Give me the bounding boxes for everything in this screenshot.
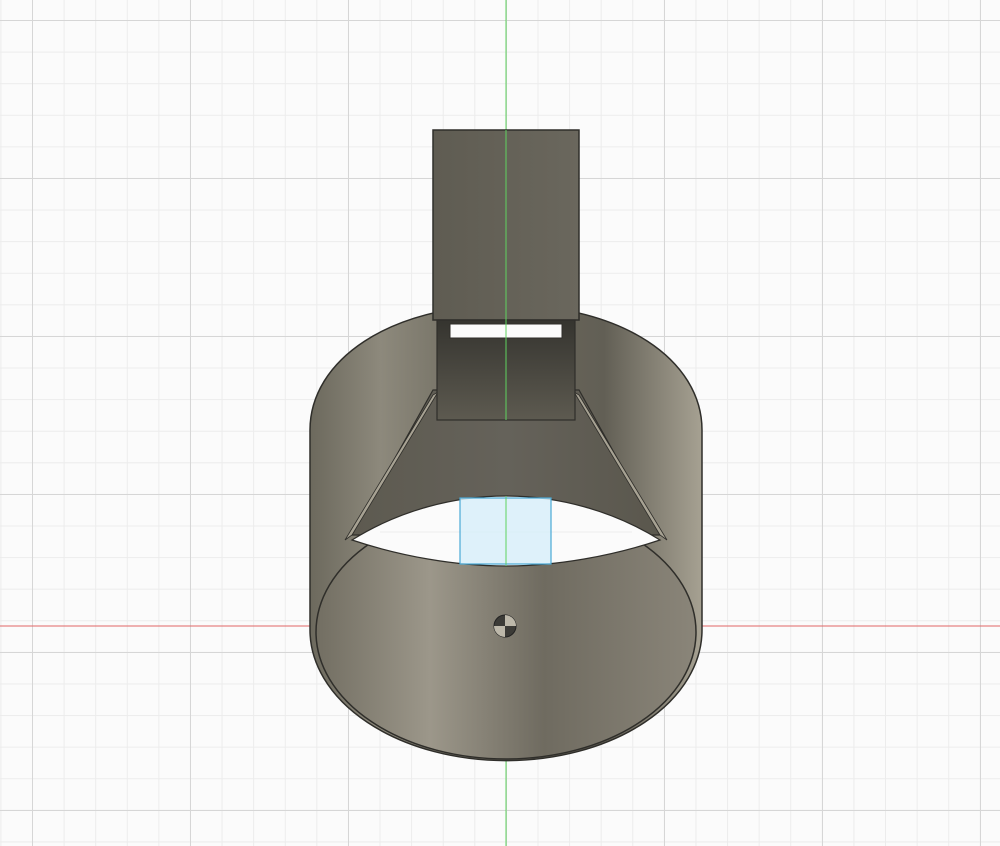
model-scene[interactable]	[0, 0, 1000, 846]
origin-marker-icon	[493, 614, 517, 638]
top-block[interactable]	[432, 129, 580, 421]
canvas-viewport[interactable]	[0, 0, 1000, 846]
